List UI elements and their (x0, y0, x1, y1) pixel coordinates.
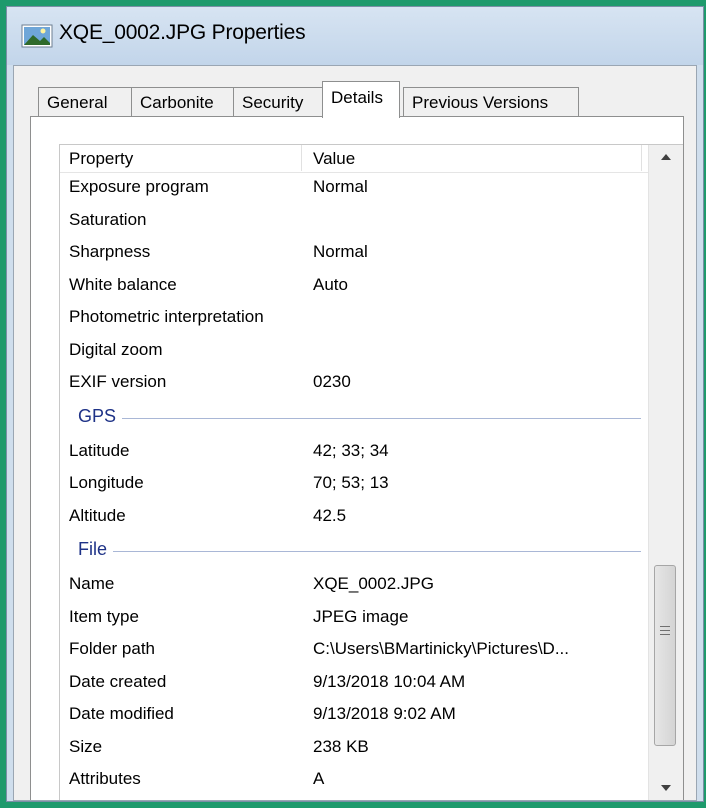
table-row[interactable]: Longitude 70; 53; 13 (60, 469, 649, 502)
column-divider[interactable] (301, 145, 302, 171)
property-name: White balance (69, 274, 177, 294)
property-value: JPEG image (313, 606, 409, 626)
property-name: Latitude (69, 440, 130, 460)
property-name: Digital zoom (69, 339, 163, 359)
property-name: Attributes (69, 769, 141, 788)
table-row[interactable]: Attributes A (60, 765, 649, 798)
table-row[interactable]: EXIF version 0230 (60, 368, 649, 401)
column-header: Property Value (60, 145, 649, 173)
tab-security[interactable]: Security (233, 87, 323, 117)
column-value[interactable]: Value (313, 149, 355, 169)
group-label: File (78, 539, 114, 560)
property-name: Altitude (69, 505, 126, 525)
property-name: EXIF version (69, 372, 167, 391)
thumb-grip (660, 626, 670, 627)
property-rows: Exposure program Normal Saturation Sharpn… (60, 173, 649, 798)
thumb-grip (660, 634, 670, 635)
table-row[interactable]: Folder path C:\Users\BMartinicky\Pictures… (60, 635, 649, 668)
tab-general[interactable]: General (38, 87, 132, 117)
table-row[interactable]: Name XQE_0002.JPG (60, 570, 649, 603)
table-row[interactable]: Exposure program Normal (60, 173, 649, 206)
table-row[interactable]: Photometric interpretation (60, 303, 649, 336)
group-divider (78, 551, 641, 552)
table-row[interactable]: Date modified 9/13/2018 9:02 AM (60, 700, 649, 733)
property-name: Date created (69, 671, 167, 691)
property-value: C:\Users\BMartinicky\Pictures\D... (313, 639, 569, 658)
property-value: Auto (313, 274, 348, 294)
image-file-icon (21, 24, 53, 48)
property-name: Longitude (69, 473, 144, 492)
property-name: Date modified (69, 704, 174, 723)
window-title: XQE_0002.JPG Properties (59, 21, 306, 44)
group-label: GPS (78, 405, 123, 427)
table-row[interactable]: White balance Auto (60, 271, 649, 304)
property-value: XQE_0002.JPG (313, 574, 434, 593)
property-value: 42; 33; 34 (313, 440, 389, 460)
property-name: Photometric interpretation (69, 307, 264, 326)
table-row[interactable]: Altitude 42.5 (60, 502, 649, 535)
property-value: Normal (313, 242, 368, 261)
property-value: Normal (313, 177, 368, 196)
vertical-scrollbar[interactable] (648, 145, 683, 800)
column-property[interactable]: Property (69, 149, 133, 169)
group-divider (78, 417, 641, 419)
property-value: 42.5 (313, 505, 347, 525)
properties-window: XQE_0002.JPG Properties General Carbonit… (6, 6, 704, 802)
property-value: 238 KB (313, 736, 369, 756)
property-name: Saturation (69, 209, 147, 229)
property-value: 0230 (313, 372, 351, 391)
table-row[interactable]: Date created 9/13/2018 10:04 AM (60, 668, 649, 701)
tab-carbonite[interactable]: Carbonite (131, 87, 234, 117)
scrollbar-thumb[interactable] (654, 565, 676, 746)
table-row[interactable]: Saturation (60, 206, 649, 239)
dialog-body: General Carbonite Security Details Previ… (13, 65, 697, 801)
property-name: Folder path (69, 639, 155, 658)
table-row[interactable]: Sharpness Normal (60, 238, 649, 271)
group-header-file[interactable]: File (60, 534, 649, 570)
property-value: 70; 53; 13 (313, 473, 389, 492)
property-name: Item type (69, 606, 139, 626)
tab-details[interactable]: Details (322, 81, 400, 118)
table-row[interactable]: Latitude 42; 33; 34 (60, 437, 649, 470)
property-name: Sharpness (69, 242, 151, 261)
property-value: 9/13/2018 9:02 AM (313, 704, 456, 723)
title-bar[interactable]: XQE_0002.JPG Properties (7, 7, 703, 65)
property-name: Exposure program (69, 177, 209, 196)
column-divider[interactable] (641, 145, 642, 171)
thumb-grip (660, 630, 670, 631)
scroll-up-arrow-icon[interactable] (649, 145, 683, 169)
details-list[interactable]: Property Value Exposure program Normal Sa… (59, 144, 683, 800)
tab-previous-versions[interactable]: Previous Versions (403, 87, 579, 117)
property-value: A (313, 769, 325, 788)
details-panel: Property Value Exposure program Normal Sa… (30, 116, 684, 800)
table-row[interactable]: Digital zoom (60, 336, 649, 369)
table-row[interactable]: Item type JPEG image (60, 603, 649, 636)
group-header-gps[interactable]: GPS (60, 401, 649, 437)
table-row[interactable]: Size 238 KB (60, 733, 649, 766)
property-name: Name (69, 574, 115, 593)
property-value: 9/13/2018 10:04 AM (313, 671, 466, 691)
property-name: Size (69, 736, 103, 756)
scroll-down-arrow-icon[interactable] (649, 776, 683, 800)
